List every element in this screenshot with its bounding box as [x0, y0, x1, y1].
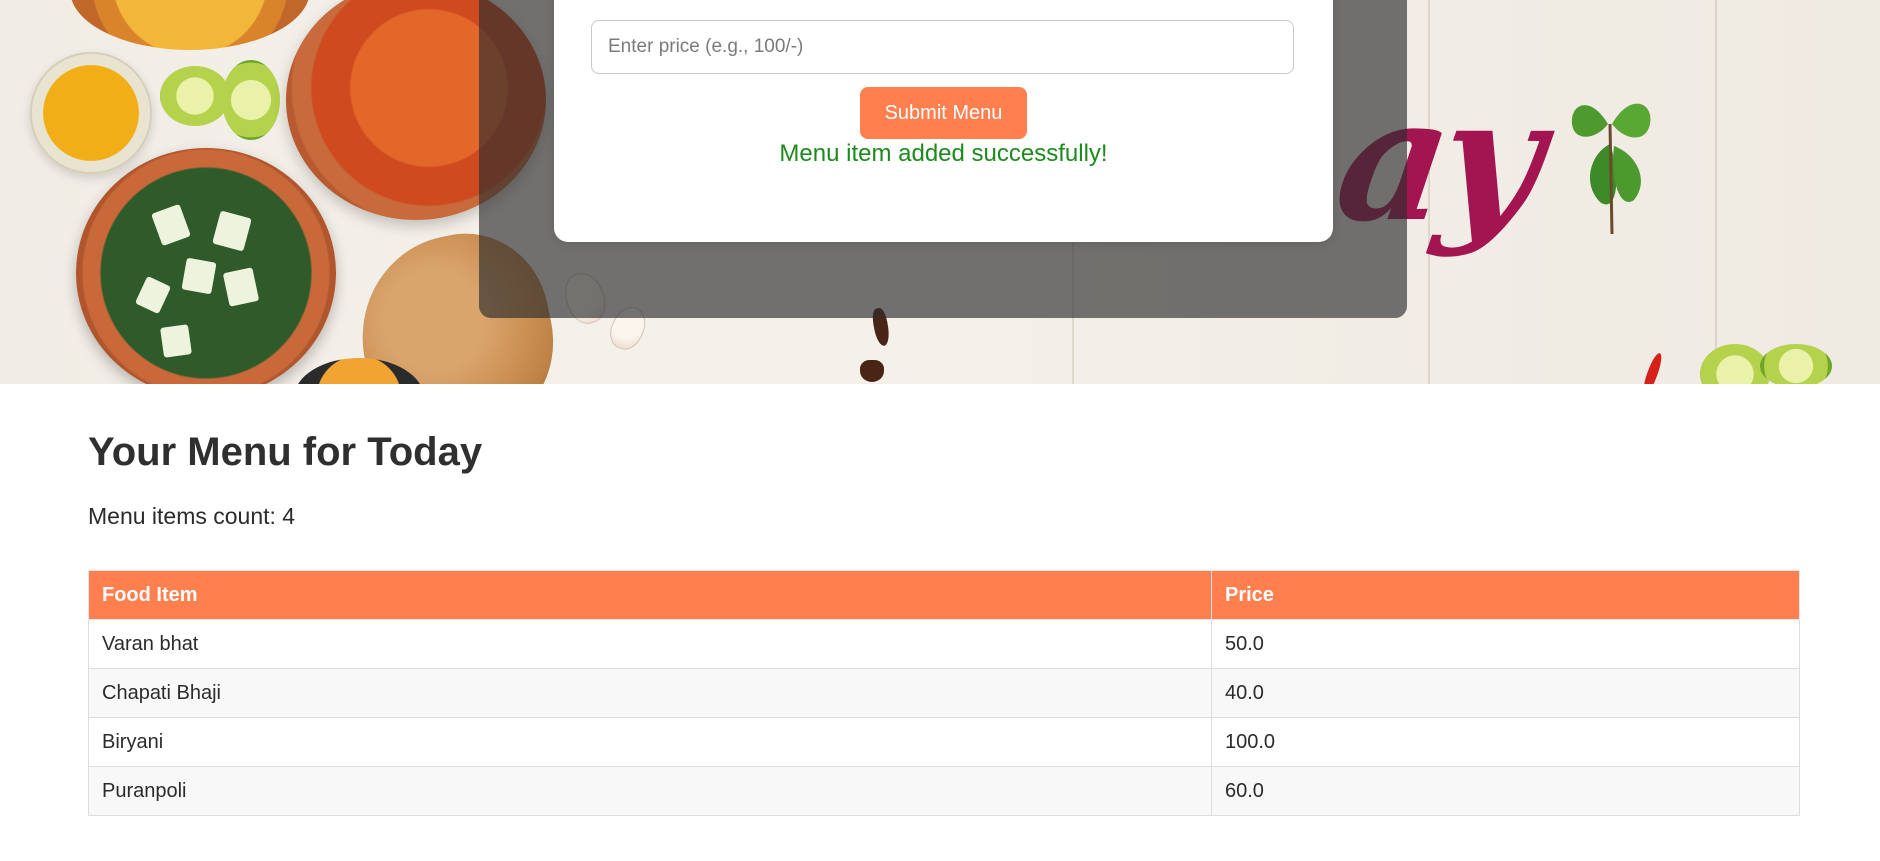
- wood-plank-divider: [1715, 0, 1717, 384]
- lime-image: [160, 66, 230, 126]
- clove-image: [860, 360, 884, 382]
- turmeric-bowl-image: [30, 52, 152, 174]
- column-header-price: Price: [1211, 570, 1800, 620]
- price-cell: 40.0: [1211, 668, 1800, 718]
- price-cell: 60.0: [1211, 766, 1800, 816]
- paneer-cube: [160, 324, 192, 358]
- food-item-cell: Varan bhat: [88, 619, 1212, 669]
- success-message: Menu item added successfully!: [779, 140, 1108, 167]
- price-input[interactable]: [591, 20, 1294, 74]
- price-cell: 50.0: [1211, 619, 1800, 669]
- palak-paneer-bowl-image: [76, 148, 336, 384]
- red-chili-image: [1641, 351, 1665, 384]
- submit-menu-button[interactable]: Submit Menu: [860, 87, 1027, 139]
- menu-table: Food Item Price Varan bhat 50.0 Chapati …: [88, 570, 1800, 816]
- food-item-cell: Biryani: [88, 717, 1212, 767]
- lime-image: [222, 60, 280, 140]
- paneer-cube: [212, 210, 252, 252]
- table-row: Biryani 100.0: [88, 717, 1800, 767]
- table-row: Chapati Bhaji 40.0: [88, 668, 1800, 718]
- table-row: Varan bhat 50.0: [88, 619, 1800, 669]
- rice-bowl-image: [70, 0, 310, 50]
- paneer-cube: [151, 203, 191, 247]
- paneer-cube: [181, 257, 217, 295]
- food-item-cell: Puranpoli: [88, 766, 1212, 816]
- menu-title: Your Menu for Today: [88, 430, 483, 474]
- price-cell: 100.0: [1211, 717, 1800, 767]
- mint-leaves-image: [1571, 103, 1651, 234]
- paneer-cube: [134, 275, 172, 315]
- paneer-cube: [222, 267, 260, 307]
- food-item-cell: Chapati Bhaji: [88, 668, 1212, 718]
- lime-image: [1760, 344, 1832, 384]
- table-header-row: Food Item Price: [88, 570, 1800, 620]
- menu-section: Your Menu for Today Menu items count: 4 …: [88, 384, 1800, 816]
- menu-items-count: Menu items count: 4: [88, 503, 296, 529]
- menu-form-card: Submit Menu Menu item added successfully…: [554, 0, 1333, 242]
- table-row: Puranpoli 60.0: [88, 766, 1800, 816]
- column-header-food-item: Food Item: [88, 570, 1212, 620]
- hero-banner: ay Submit Menu Menu item added successfu…: [0, 0, 1880, 384]
